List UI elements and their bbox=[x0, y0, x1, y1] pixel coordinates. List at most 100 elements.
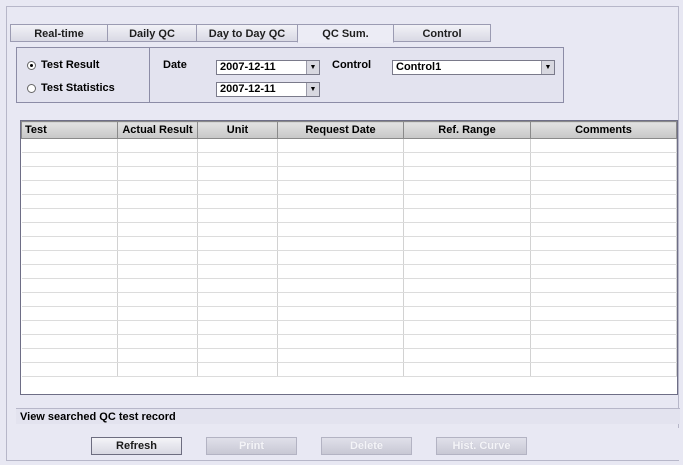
table-cell[interactable] bbox=[197, 250, 278, 265]
tab-day-to-day-qc[interactable]: Day to Day QC bbox=[196, 24, 298, 42]
table-cell[interactable] bbox=[117, 236, 198, 251]
table-cell[interactable] bbox=[530, 250, 677, 265]
table-cell[interactable] bbox=[21, 166, 118, 181]
table-cell[interactable] bbox=[530, 208, 677, 223]
chevron-down-icon[interactable]: ▼ bbox=[306, 83, 319, 96]
table-cell[interactable] bbox=[117, 278, 198, 293]
table-cell[interactable] bbox=[403, 264, 531, 279]
table-cell[interactable] bbox=[530, 306, 677, 321]
table-cell[interactable] bbox=[277, 152, 404, 167]
radio-test-statistics[interactable]: Test Statistics bbox=[27, 82, 115, 94]
table-cell[interactable] bbox=[403, 138, 531, 153]
table-cell[interactable] bbox=[117, 194, 198, 209]
table-cell[interactable] bbox=[403, 194, 531, 209]
table-cell[interactable] bbox=[197, 334, 278, 349]
table-cell[interactable] bbox=[197, 166, 278, 181]
table-cell[interactable] bbox=[403, 180, 531, 195]
table-cell[interactable] bbox=[21, 306, 118, 321]
table-cell[interactable] bbox=[117, 292, 198, 307]
table-cell[interactable] bbox=[117, 166, 198, 181]
table-cell[interactable] bbox=[403, 320, 531, 335]
table-cell[interactable] bbox=[21, 194, 118, 209]
table-cell[interactable] bbox=[403, 348, 531, 363]
table-cell[interactable] bbox=[277, 306, 404, 321]
table-row[interactable] bbox=[21, 166, 677, 181]
table-cell[interactable] bbox=[403, 292, 531, 307]
table-cell[interactable] bbox=[117, 180, 198, 195]
table-cell[interactable] bbox=[21, 348, 118, 363]
tab-control[interactable]: Control bbox=[393, 24, 491, 42]
table-cell[interactable] bbox=[403, 166, 531, 181]
table-cell[interactable] bbox=[530, 152, 677, 167]
chevron-down-icon[interactable]: ▼ bbox=[541, 61, 554, 74]
table-row[interactable] bbox=[21, 334, 677, 349]
table-cell[interactable] bbox=[277, 194, 404, 209]
table-cell[interactable] bbox=[197, 222, 278, 237]
table-cell[interactable] bbox=[403, 362, 531, 377]
table-cell[interactable] bbox=[277, 166, 404, 181]
table-cell[interactable] bbox=[21, 362, 118, 377]
table-cell[interactable] bbox=[530, 138, 677, 153]
table-cell[interactable] bbox=[117, 250, 198, 265]
table-row[interactable] bbox=[21, 320, 677, 335]
table-cell[interactable] bbox=[21, 236, 118, 251]
qc-results-table[interactable]: Test Actual Result Unit Request Date Ref… bbox=[20, 120, 678, 395]
table-cell[interactable] bbox=[21, 208, 118, 223]
table-cell[interactable] bbox=[277, 180, 404, 195]
table-cell[interactable] bbox=[530, 334, 677, 349]
table-cell[interactable] bbox=[530, 236, 677, 251]
table-cell[interactable] bbox=[197, 306, 278, 321]
table-cell[interactable] bbox=[530, 320, 677, 335]
table-cell[interactable] bbox=[277, 334, 404, 349]
column-header-unit[interactable]: Unit bbox=[197, 121, 278, 139]
table-cell[interactable] bbox=[277, 236, 404, 251]
table-cell[interactable] bbox=[530, 180, 677, 195]
table-cell[interactable] bbox=[197, 320, 278, 335]
date-to-select[interactable]: 2007-12-11 ▼ bbox=[216, 82, 320, 97]
control-select[interactable]: Control1 ▼ bbox=[392, 60, 555, 75]
column-header-request-date[interactable]: Request Date bbox=[277, 121, 404, 139]
column-header-ref-range[interactable]: Ref. Range bbox=[403, 121, 531, 139]
table-cell[interactable] bbox=[21, 138, 118, 153]
table-cell[interactable] bbox=[197, 348, 278, 363]
table-cell[interactable] bbox=[277, 222, 404, 237]
table-cell[interactable] bbox=[21, 152, 118, 167]
table-cell[interactable] bbox=[117, 348, 198, 363]
table-cell[interactable] bbox=[21, 264, 118, 279]
table-row[interactable] bbox=[21, 208, 677, 223]
table-row[interactable] bbox=[21, 306, 677, 321]
table-cell[interactable] bbox=[530, 222, 677, 237]
table-cell[interactable] bbox=[117, 264, 198, 279]
table-row[interactable] bbox=[21, 264, 677, 279]
table-cell[interactable] bbox=[117, 320, 198, 335]
table-cell[interactable] bbox=[403, 222, 531, 237]
tab-qc-sum[interactable]: QC Sum. bbox=[297, 24, 394, 43]
table-cell[interactable] bbox=[117, 208, 198, 223]
table-row[interactable] bbox=[21, 362, 677, 377]
table-cell[interactable] bbox=[277, 348, 404, 363]
table-row[interactable] bbox=[21, 250, 677, 265]
table-row[interactable] bbox=[21, 292, 677, 307]
table-cell[interactable] bbox=[117, 306, 198, 321]
table-cell[interactable] bbox=[197, 194, 278, 209]
table-row[interactable] bbox=[21, 194, 677, 209]
table-cell[interactable] bbox=[21, 292, 118, 307]
radio-test-result[interactable]: Test Result bbox=[27, 59, 99, 71]
date-from-select[interactable]: 2007-12-11 ▼ bbox=[216, 60, 320, 75]
table-cell[interactable] bbox=[117, 152, 198, 167]
table-cell[interactable] bbox=[21, 250, 118, 265]
table-cell[interactable] bbox=[197, 152, 278, 167]
table-cell[interactable] bbox=[197, 236, 278, 251]
table-cell[interactable] bbox=[277, 250, 404, 265]
table-cell[interactable] bbox=[117, 362, 198, 377]
chevron-down-icon[interactable]: ▼ bbox=[306, 61, 319, 74]
table-cell[interactable] bbox=[277, 292, 404, 307]
table-row[interactable] bbox=[21, 278, 677, 293]
delete-button[interactable]: Delete bbox=[321, 437, 412, 455]
table-row[interactable] bbox=[21, 138, 677, 153]
table-cell[interactable] bbox=[21, 180, 118, 195]
table-cell[interactable] bbox=[117, 222, 198, 237]
table-cell[interactable] bbox=[197, 208, 278, 223]
hist-curve-button[interactable]: Hist. Curve bbox=[436, 437, 527, 455]
table-cell[interactable] bbox=[197, 138, 278, 153]
